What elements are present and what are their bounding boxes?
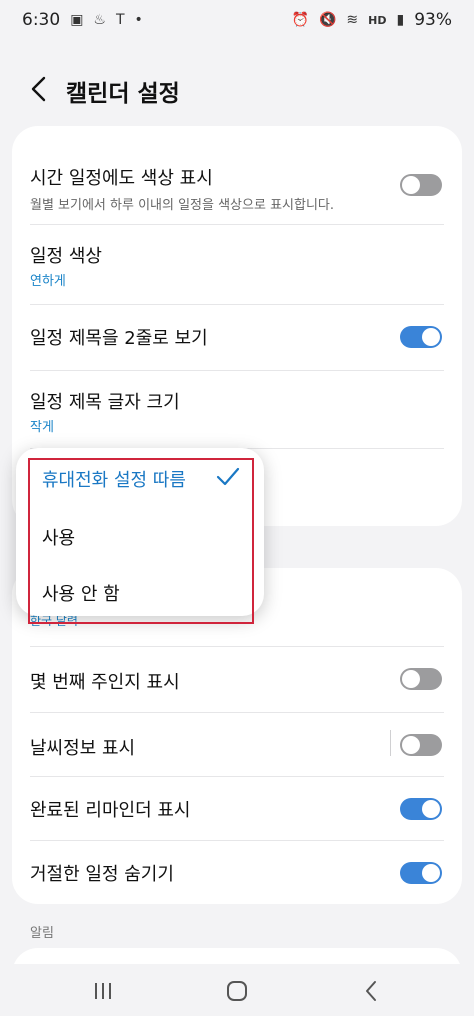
row-title: 몇 번째 주인지 표시	[30, 672, 180, 693]
navigation-bar	[0, 964, 474, 1016]
divider	[30, 646, 444, 647]
toggle-weather-info[interactable]	[400, 734, 442, 756]
divider	[30, 304, 444, 305]
row-subtitle: 월별 보기에서 하루 이내의 일정을 색상으로 표시합니다.	[30, 198, 335, 213]
vertical-separator	[390, 730, 391, 756]
status-left: 6:30 ▣ ♨ T •	[22, 10, 143, 30]
alarm-icon: ⏰	[291, 12, 309, 28]
back-button[interactable]	[22, 72, 56, 106]
row-title: 거절한 일정 숨기기	[30, 864, 174, 885]
row-event-color[interactable]: 일정 색상 연하게	[12, 226, 462, 304]
home-icon	[227, 981, 247, 1001]
status-time: 6:30	[22, 10, 61, 30]
mute-icon: 🔇	[318, 12, 337, 28]
dot-icon: •	[134, 12, 143, 28]
chevron-left-icon	[366, 981, 376, 1001]
row-title: 일정 제목을 2줄로 보기	[30, 328, 208, 349]
toggle-title-two-lines[interactable]	[400, 326, 442, 348]
row-title: 일정 색상	[30, 246, 102, 267]
divider	[30, 776, 444, 777]
row-title: 날씨정보 표시	[30, 738, 136, 759]
toggle-hide-declined-events[interactable]	[400, 862, 442, 884]
row-completed-reminders[interactable]: 완료된 리마인더 표시	[12, 778, 462, 842]
gallery-icon: ▣	[70, 12, 84, 28]
toggle-completed-reminders[interactable]	[400, 798, 442, 820]
row-show-color-time-events[interactable]: 시간 일정에도 색상 표시 월별 보기에서 하루 이내의 일정을 색상으로 표시…	[12, 146, 462, 226]
section-label-alerts: 알림	[30, 926, 54, 941]
row-title: 시간 일정에도 색상 표시	[30, 168, 213, 189]
row-value: 연하게	[30, 274, 66, 289]
toggle-week-number[interactable]	[400, 668, 442, 690]
tesla-icon: T	[115, 12, 125, 28]
app-header: 캘린더 설정	[0, 60, 474, 120]
row-week-number[interactable]: 몇 번째 주인지 표시	[12, 648, 462, 712]
row-weather-info[interactable]: 날씨정보 표시	[12, 714, 462, 778]
recents-button[interactable]	[88, 976, 118, 1006]
status-right: ⏰ 🔇 ≋ HD ▮ 93%	[292, 10, 452, 30]
divider	[30, 370, 444, 371]
hd-voice-icon: HD	[368, 13, 387, 27]
home-button[interactable]	[222, 976, 252, 1006]
chevron-left-icon	[31, 76, 46, 102]
notification-icon: ♨	[93, 12, 106, 28]
back-nav-button[interactable]	[356, 976, 386, 1006]
toggle-show-color-time-events[interactable]	[400, 174, 442, 196]
wifi-icon: ≋	[346, 12, 359, 28]
row-value: 작게	[30, 420, 54, 435]
row-hide-declined-events[interactable]: 거절한 일정 숨기기	[12, 842, 462, 904]
signal-icon: ▮	[396, 12, 405, 28]
row-title-two-lines[interactable]: 일정 제목을 2줄로 보기	[12, 306, 462, 370]
page-title: 캘린더 설정	[66, 81, 180, 107]
recents-icon	[95, 983, 111, 999]
row-title: 완료된 리마인더 표시	[30, 800, 191, 821]
status-bar: 6:30 ▣ ♨ T • ⏰ 🔇 ≋ HD ▮ 93%	[0, 0, 474, 40]
highlight-box	[28, 458, 254, 624]
battery-level: 93%	[414, 10, 452, 30]
row-title: 일정 제목 글자 크기	[30, 392, 180, 413]
divider	[30, 840, 444, 841]
divider	[30, 224, 444, 225]
divider	[30, 712, 444, 713]
row-title-font-size[interactable]: 일정 제목 글자 크기 작게	[12, 372, 462, 448]
